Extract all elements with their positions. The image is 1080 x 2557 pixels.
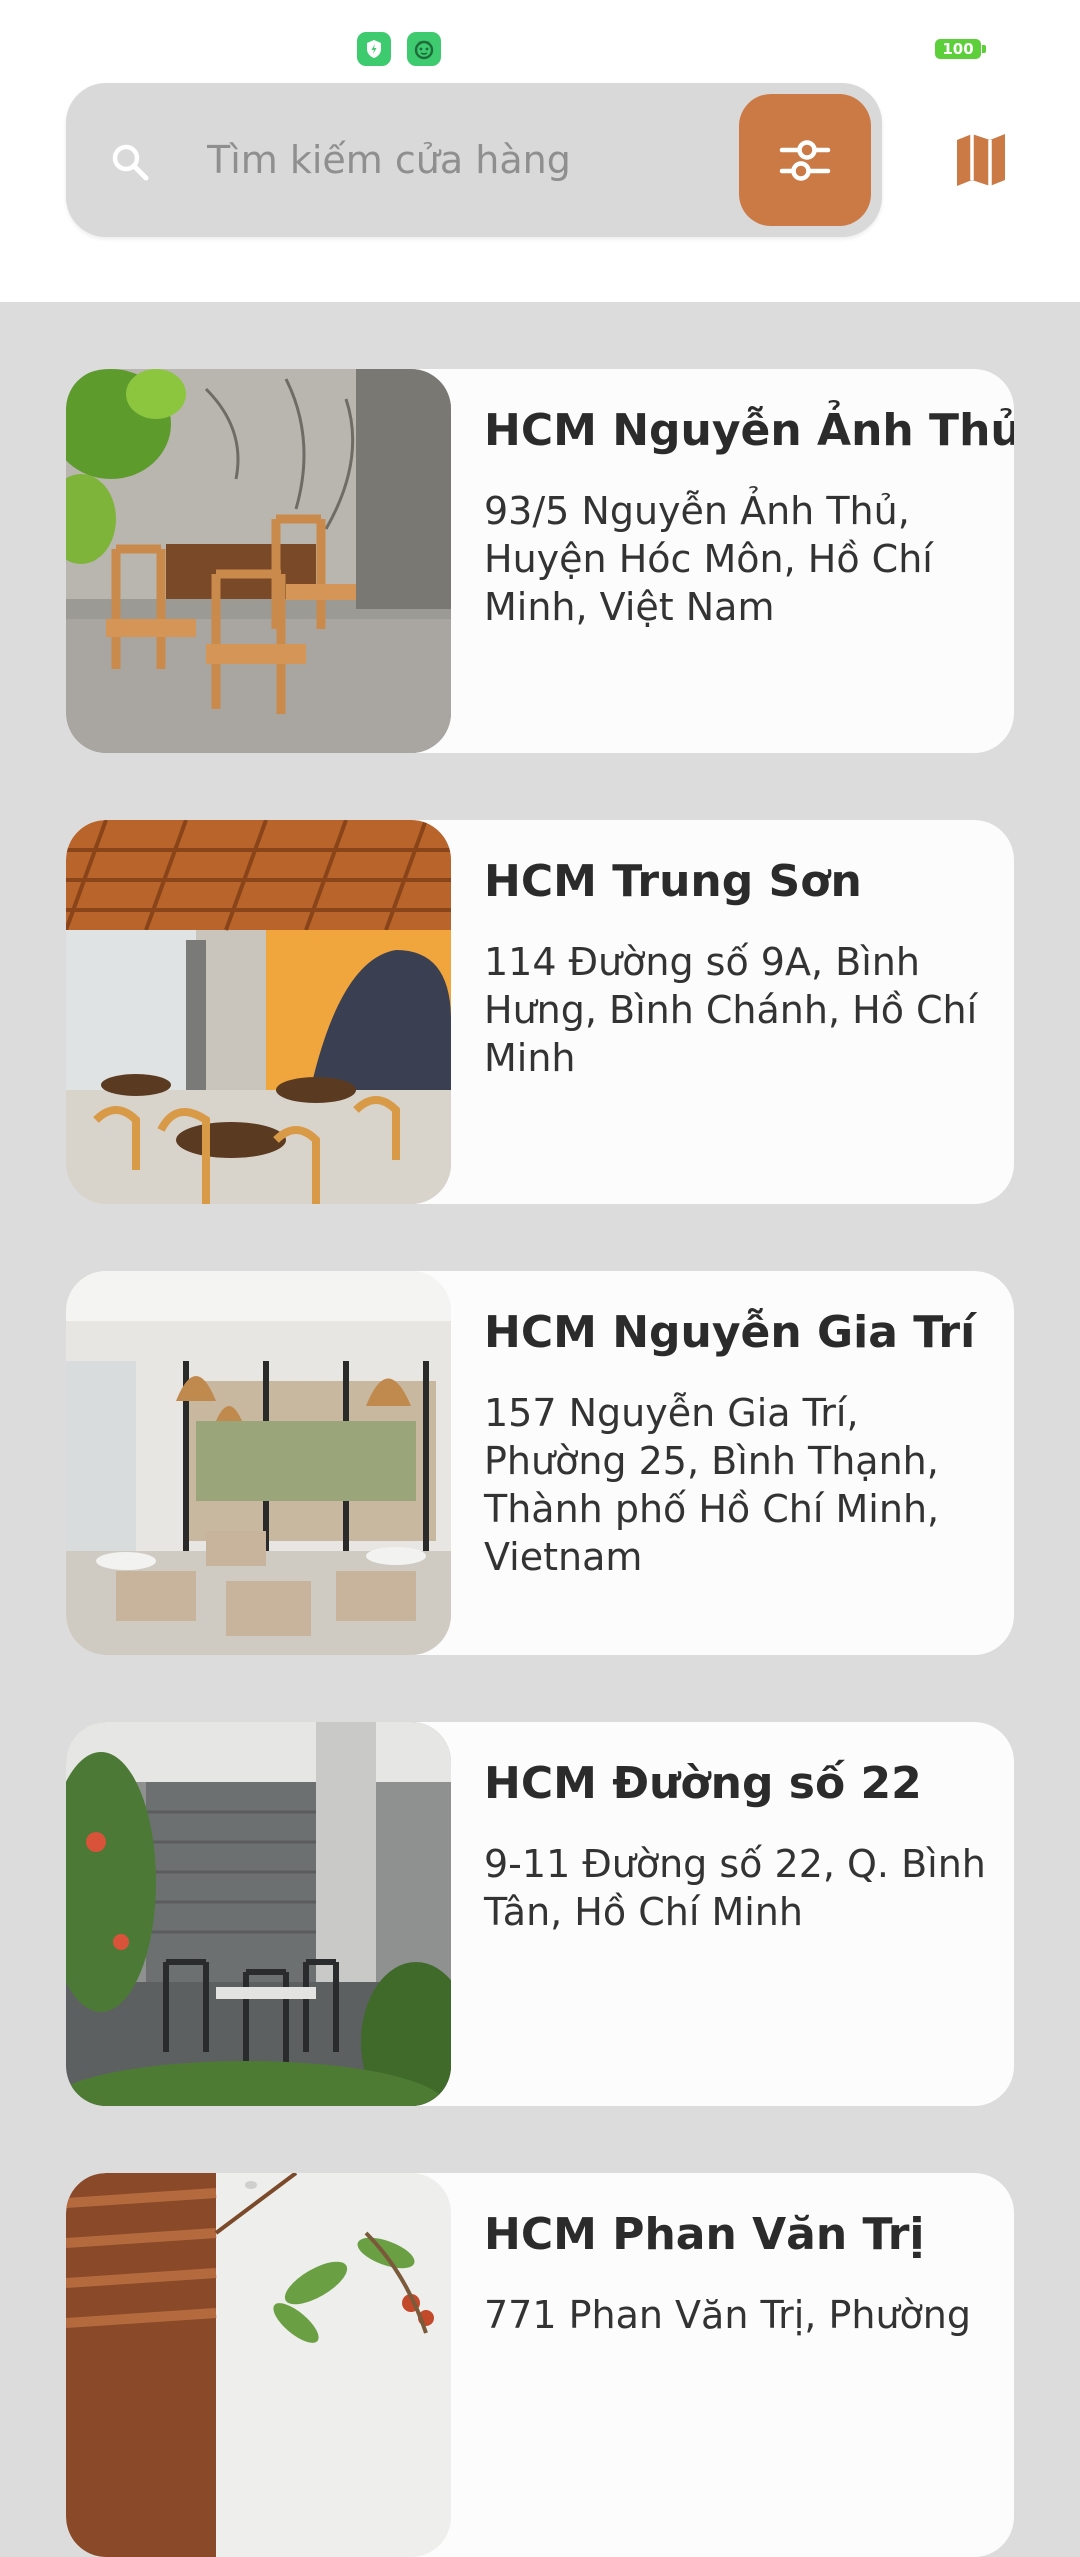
- store-photo: [66, 369, 451, 753]
- store-photo: [66, 2173, 451, 2557]
- android-icon: [407, 32, 441, 66]
- store-address: 9-11 Đường số 22, Q. Bình Tân, Hồ Chí Mi…: [484, 1842, 986, 1934]
- store-card[interactable]: HCM Nguyễn Gia Trí 157 Nguyễn Gia Trí, P…: [66, 1271, 1014, 1655]
- shield-icon: [357, 32, 391, 66]
- search-icon: [112, 144, 149, 181]
- store-address: 93/5 Nguyễn Ảnh Thủ, Huyện Hóc Môn, Hồ C…: [484, 489, 933, 629]
- store-photo: [66, 1271, 451, 1655]
- store-name: HCM Nguyễn Ảnh Thủ: [484, 405, 1014, 456]
- store-address: 157 Nguyễn Gia Trí, Phường 25, Bình Thạn…: [484, 1391, 940, 1579]
- battery-indicator: 100: [935, 39, 981, 59]
- store-card[interactable]: HCM Nguyễn Ảnh Thủ 93/5 Nguyễn Ảnh Thủ, …: [66, 369, 1014, 753]
- store-photo: [66, 820, 451, 1204]
- store-card[interactable]: HCM Trung Sơn 114 Đường số 9A, Bình Hưng…: [66, 820, 1014, 1204]
- store-address: 771 Phan Văn Trị, Phường: [484, 2293, 972, 2337]
- store-name: HCM Đường số 22: [484, 1758, 922, 1809]
- status-bar: 100: [0, 0, 1080, 70]
- map-icon: [957, 134, 1005, 186]
- sliders-icon: [779, 140, 831, 181]
- store-card[interactable]: HCM Đường số 22 9-11 Đường số 22, Q. Bìn…: [66, 1722, 1014, 2106]
- store-list: HCM Nguyễn Ảnh Thủ 93/5 Nguyễn Ảnh Thủ, …: [0, 302, 1080, 2557]
- filter-button[interactable]: [739, 94, 871, 226]
- store-name: HCM Nguyễn Gia Trí: [484, 1307, 976, 1358]
- search-input[interactable]: [207, 124, 707, 196]
- store-photo: [66, 1722, 451, 2106]
- store-address: 114 Đường số 9A, Bình Hưng, Bình Chánh, …: [484, 940, 978, 1080]
- battery-tip: [982, 45, 986, 53]
- store-name: HCM Phan Văn Trị: [484, 2209, 925, 2260]
- map-button[interactable]: [950, 130, 1012, 190]
- store-card[interactable]: HCM Phan Văn Trị 771 Phan Văn Trị, Phườn…: [66, 2173, 1014, 2557]
- top-area: 100: [0, 0, 1080, 302]
- store-name: HCM Trung Sơn: [484, 856, 862, 907]
